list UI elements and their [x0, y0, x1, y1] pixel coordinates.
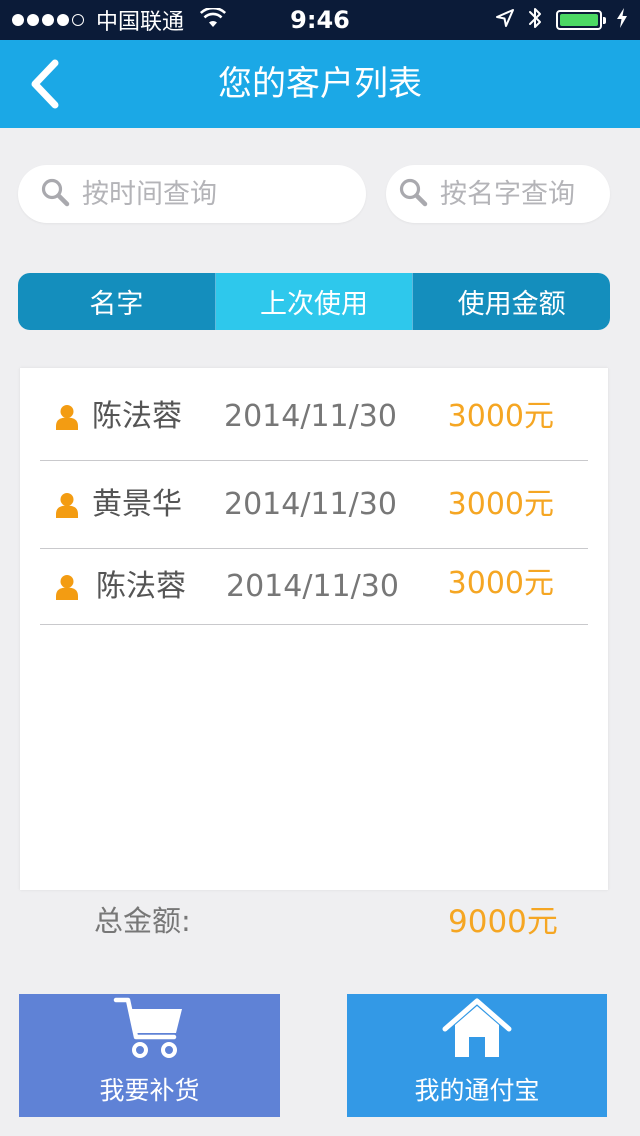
customer-name: 陈法蓉: [92, 399, 182, 434]
total-label: 总金额:: [94, 904, 191, 938]
list-item[interactable]: 黄景华 2014/11/30 3000元: [40, 462, 588, 549]
nav-bar: 您的客户列表: [0, 40, 640, 128]
restock-button[interactable]: 我要补货: [19, 994, 280, 1117]
search-by-time-box[interactable]: [18, 165, 366, 223]
customer-date: 2014/11/30: [226, 569, 399, 604]
tab-name[interactable]: 名字: [18, 273, 216, 330]
search-by-time-input[interactable]: [80, 177, 324, 211]
list-item[interactable]: 陈法蓉 2014/11/30 3000元: [40, 374, 588, 461]
shopping-cart-icon: [112, 995, 188, 1065]
total-value: 9000元: [448, 904, 558, 940]
wallet-button[interactable]: 我的通付宝: [347, 994, 607, 1117]
sort-tabs: 名字 上次使用 使用金额: [18, 273, 610, 330]
restock-label: 我要补货: [99, 1076, 200, 1105]
search-icon: [398, 177, 428, 211]
customer-name: 黄景华: [92, 487, 182, 522]
customer-amount: 3000元: [447, 566, 554, 601]
wallet-label: 我的通付宝: [414, 1076, 540, 1105]
page-title: 您的客户列表: [218, 64, 422, 104]
person-icon: [56, 404, 78, 434]
status-bar: 中国联通 9:46: [0, 0, 640, 40]
list-item[interactable]: 陈法蓉 2014/11/30 3000元: [40, 544, 588, 625]
home-icon: [441, 997, 513, 1065]
customer-list: 陈法蓉 2014/11/30 3000元 黄景华 2014/11/30 3000…: [20, 368, 608, 890]
customer-amount: 3000元: [447, 399, 554, 434]
search-by-name-input[interactable]: [438, 177, 602, 211]
person-icon: [56, 492, 78, 522]
person-icon: [56, 574, 78, 604]
battery-icon: [556, 10, 606, 30]
customer-date: 2014/11/30: [224, 399, 397, 434]
customer-amount: 3000元: [447, 487, 554, 522]
customer-date: 2014/11/30: [224, 487, 397, 522]
tab-last-used[interactable]: 上次使用: [215, 273, 414, 330]
customer-name: 陈法蓉: [96, 569, 186, 604]
location-arrow-icon: [496, 9, 514, 31]
bluetooth-icon: [528, 6, 542, 34]
tab-amount-used[interactable]: 使用金额: [413, 273, 610, 330]
search-by-name-box[interactable]: [386, 165, 610, 223]
search-icon: [40, 177, 70, 211]
charging-bolt-icon: [616, 8, 628, 32]
